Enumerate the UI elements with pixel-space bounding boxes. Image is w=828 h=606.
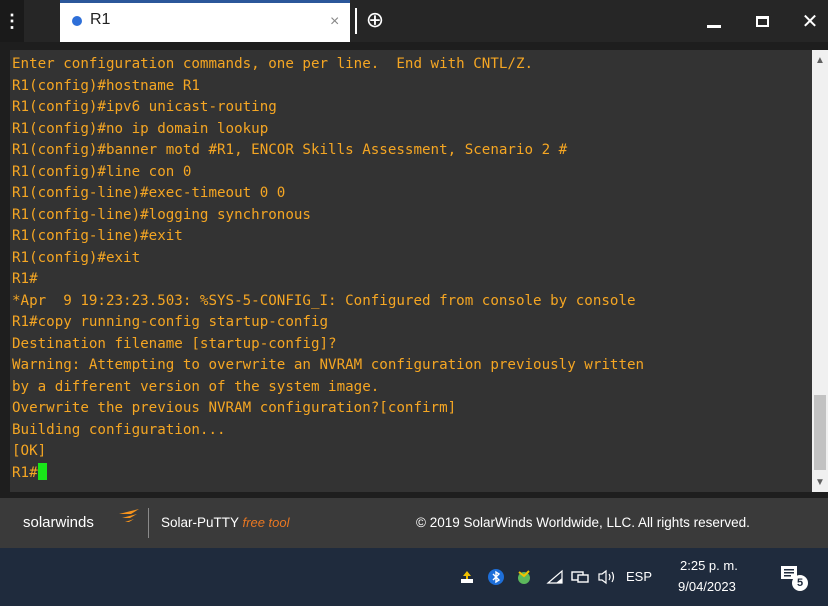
terminal-line: R1(config-line)#exec-timeout 0 0	[12, 185, 286, 201]
upload-icon[interactable]	[459, 568, 475, 586]
scroll-thumb[interactable]	[814, 395, 826, 470]
terminal-line: Destination filename [startup-config]?	[12, 335, 337, 352]
product-tag: free tool	[242, 515, 290, 530]
tab-label: R1	[90, 11, 111, 28]
footer-divider	[148, 508, 149, 538]
security-icon[interactable]	[515, 568, 533, 586]
terminal-line: by a different version of the system ima…	[12, 378, 380, 395]
terminal-line: R1#	[12, 271, 38, 287]
terminal-output: Enter configuration commands, one per li…	[12, 54, 802, 484]
terminal-line: R1#copy running-config startup-config	[12, 314, 329, 330]
terminal-line: R1(config-line)#exit	[12, 228, 183, 244]
new-tab-icon[interactable]: ⊕	[360, 5, 390, 35]
tab-divider	[355, 8, 357, 34]
volume-icon[interactable]	[597, 568, 617, 586]
minimize-button[interactable]	[692, 0, 736, 42]
app-footer: solarwinds Solar-PuTTY free tool © 2019 …	[0, 498, 828, 548]
scroll-up-icon[interactable]: ▲	[812, 52, 828, 68]
clock-date[interactable]: 9/04/2023	[678, 579, 736, 594]
terminal-line: Overwrite the previous NVRAM configurati…	[12, 400, 457, 416]
terminal-prompt-line: R1#	[12, 462, 802, 485]
notification-center-icon[interactable]: 5	[780, 565, 810, 593]
bluetooth-icon[interactable]	[488, 568, 504, 586]
vertical-scrollbar[interactable]: ▲ ▼	[812, 50, 828, 492]
maximize-icon	[755, 15, 769, 27]
connection-status-dot	[72, 16, 82, 26]
minimize-icon	[707, 24, 721, 28]
terminal-prompt: R1#	[12, 464, 38, 481]
terminal-console[interactable]: Enter configuration commands, one per li…	[10, 50, 812, 492]
taskbar: ESP 2:25 p. m. 9/04/2023 5	[0, 548, 828, 606]
clock-time[interactable]: 2:25 p. m.	[680, 558, 738, 573]
title-bar: ⋮ R1 × ⊕ ✕	[0, 0, 828, 42]
terminal-line: R1(config)#line con 0	[12, 163, 192, 180]
terminal-line: R1(config)#no ip domain lookup	[12, 120, 269, 137]
terminal-line: *Apr 9 19:23:23.503: %SYS-5-CONFIG_I: Co…	[12, 292, 636, 309]
language-indicator[interactable]: ESP	[626, 569, 652, 584]
terminal-line: Building configuration...	[12, 421, 226, 438]
menu-icon[interactable]: ⋮	[0, 0, 24, 42]
tab-r1[interactable]: R1 ×	[60, 0, 350, 42]
terminal-line: R1(config-line)#logging synchronous	[12, 206, 311, 223]
scroll-down-icon[interactable]: ▼	[812, 474, 828, 490]
close-button[interactable]: ✕	[788, 0, 828, 42]
notification-badge: 5	[792, 575, 808, 591]
terminal-line: R1(config)#hostname R1	[12, 77, 200, 94]
solarwinds-logo-icon	[119, 509, 139, 522]
terminal-line: [OK]	[12, 443, 47, 459]
terminal-line: R1(config)#ipv6 unicast-routing	[12, 99, 277, 115]
product-title: Solar-PuTTY	[161, 515, 239, 530]
maximize-button[interactable]	[740, 0, 784, 42]
product-name: Solar-PuTTY free tool	[161, 515, 290, 530]
terminal-line: Warning: Attempting to overwrite an NVRA…	[12, 357, 645, 373]
solarwinds-logo: solarwinds	[23, 514, 94, 531]
terminal-line: R1(config)#banner motd #R1, ENCOR Skills…	[12, 142, 568, 158]
copyright-text: © 2019 SolarWinds Worldwide, LLC. All ri…	[416, 515, 750, 530]
wifi-icon[interactable]	[546, 568, 564, 586]
terminal-line: R1(config)#exit	[12, 249, 141, 266]
network-icon[interactable]	[571, 568, 589, 586]
terminal-cursor	[37, 462, 47, 480]
tab-close-icon[interactable]: ×	[330, 13, 339, 31]
terminal-line: Enter configuration commands, one per li…	[12, 56, 534, 72]
